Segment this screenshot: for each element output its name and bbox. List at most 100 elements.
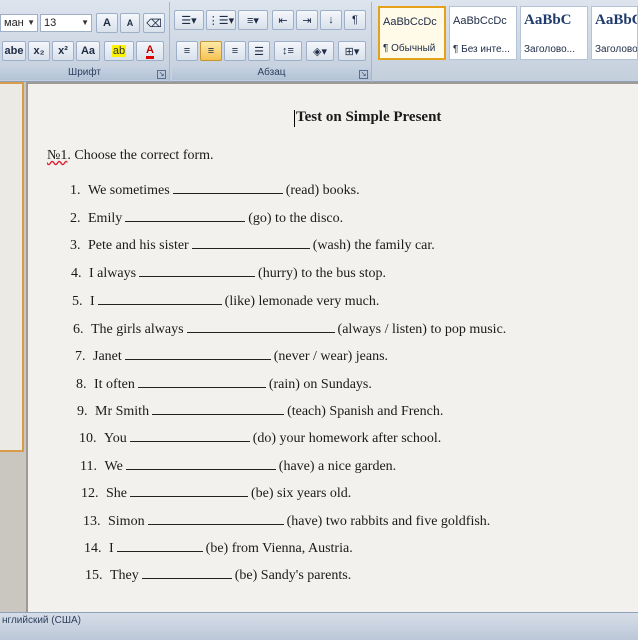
exercise-number: 11. bbox=[80, 459, 101, 474]
align-right-button[interactable]: ≡ bbox=[224, 41, 246, 61]
answer-blank[interactable] bbox=[125, 458, 276, 470]
task-text: . Choose the correct form. bbox=[67, 148, 214, 163]
change-case-button[interactable]: Aa bbox=[76, 41, 100, 61]
exercise-hint: (have) a nice garden. bbox=[278, 459, 397, 474]
exercise-item: 11. We (have) a nice garden. bbox=[80, 458, 396, 475]
exercise-item: 5. I (like) lemonade very much. bbox=[72, 293, 379, 310]
style-heading-1[interactable]: AaBbC Заголово... bbox=[520, 6, 588, 60]
font-group-title: Шрифт bbox=[68, 67, 101, 78]
exercise-number: 12. bbox=[81, 486, 102, 501]
highlight-button[interactable]: ab bbox=[104, 41, 134, 61]
exercise-prompt: I always bbox=[89, 266, 137, 281]
increase-indent-button[interactable]: ⇥ bbox=[296, 10, 318, 30]
answer-blank[interactable] bbox=[130, 485, 248, 497]
subscript-button[interactable]: x₂ bbox=[28, 41, 50, 61]
answer-blank[interactable] bbox=[191, 237, 310, 249]
exercise-hint: (teach) Spanish and French. bbox=[287, 404, 444, 419]
answer-blank[interactable] bbox=[97, 293, 222, 305]
grow-font-button[interactable]: A bbox=[96, 13, 118, 33]
styles-gallery: AaBbCcDc ¶ Обычный AaBbCcDc ¶ Без инте..… bbox=[376, 2, 638, 82]
justify-button[interactable]: ☰ bbox=[248, 41, 270, 61]
exercise-prompt: I bbox=[90, 294, 95, 309]
font-size-select[interactable]: 13 ▼ bbox=[40, 14, 92, 32]
answer-blank[interactable] bbox=[152, 403, 285, 415]
numbering-button[interactable]: ⋮☰▾ bbox=[206, 10, 236, 30]
answer-blank[interactable] bbox=[186, 321, 335, 333]
exercise-item: 15. They (be) Sandy's parents. bbox=[85, 567, 351, 584]
exercise-hint: (always / listen) to pop music. bbox=[337, 322, 507, 337]
answer-blank[interactable] bbox=[137, 376, 266, 388]
shading-button[interactable]: ◈▾ bbox=[306, 41, 334, 61]
borders-icon: ⊞▾ bbox=[344, 45, 360, 58]
exercise-number: 2. bbox=[70, 211, 84, 226]
exercise-prompt: They bbox=[110, 568, 139, 583]
answer-blank[interactable] bbox=[125, 210, 246, 222]
align-right-icon: ≡ bbox=[231, 45, 239, 57]
style-sample: AaBbC bbox=[595, 12, 638, 28]
exercise-number: 6. bbox=[73, 322, 87, 337]
exercise-hint: (do) your homework after school. bbox=[252, 431, 442, 446]
exercise-item: 12. She (be) six years old. bbox=[81, 485, 351, 502]
exercise-item: 6. The girls always (always / listen) to … bbox=[73, 321, 506, 338]
style-name: Заголово bbox=[595, 44, 638, 55]
clear-formatting-button[interactable]: ⌫ bbox=[143, 13, 165, 33]
language-indicator[interactable]: нглийский (США) bbox=[2, 615, 81, 626]
exercise-number: 5. bbox=[72, 294, 86, 309]
exercise-item: 9. Mr Smith (teach) Spanish and French. bbox=[77, 403, 443, 420]
exercise-hint: (be) six years old. bbox=[251, 486, 352, 501]
exercise-hint: (like) lemonade very much. bbox=[224, 294, 380, 309]
answer-blank[interactable] bbox=[147, 513, 284, 525]
navigation-pane bbox=[0, 82, 24, 452]
chevron-down-icon: ▼ bbox=[81, 18, 89, 27]
change-case-icon: Aa bbox=[80, 45, 96, 57]
align-center-button[interactable]: ≡ bbox=[200, 41, 222, 61]
answer-blank[interactable] bbox=[116, 540, 203, 552]
exercise-prompt: I bbox=[109, 541, 114, 556]
font-dialog-launcher-icon[interactable]: ↘ bbox=[157, 70, 166, 79]
font-color-icon: A bbox=[146, 44, 154, 59]
paint-bucket-icon: ◈▾ bbox=[313, 45, 327, 58]
status-bar: нглийский (США) bbox=[0, 612, 638, 640]
sort-icon: ↓ bbox=[328, 14, 334, 26]
shrink-font-button[interactable]: A bbox=[120, 13, 140, 33]
font-color-button[interactable]: A bbox=[136, 41, 164, 61]
exercise-item: 2. Emily (go) to the disco. bbox=[70, 210, 343, 227]
answer-blank[interactable] bbox=[172, 182, 283, 194]
multilevel-list-button[interactable]: ≡▾ bbox=[238, 10, 268, 30]
strikethrough-button[interactable]: abe bbox=[2, 41, 26, 61]
answer-blank[interactable] bbox=[139, 265, 256, 277]
exercise-prompt: Simon bbox=[108, 514, 145, 529]
bullets-button[interactable]: ☰▾ bbox=[174, 10, 204, 30]
style-normal[interactable]: AaBbCcDc ¶ Обычный bbox=[378, 6, 446, 60]
style-no-spacing[interactable]: AaBbCcDc ¶ Без инте... bbox=[449, 6, 517, 60]
exercise-number: 3. bbox=[70, 238, 84, 253]
exercise-number: 15. bbox=[85, 568, 106, 583]
answer-blank[interactable] bbox=[129, 430, 250, 442]
paragraph-dialog-launcher-icon[interactable]: ↘ bbox=[359, 70, 368, 79]
show-formatting-button[interactable]: ¶ bbox=[344, 10, 366, 30]
paragraph-group: ☰▾ ⋮☰▾ ≡▾ ⇤ ⇥ ↓ ¶ ≡ ≡ ≡ ☰ ↕≡ ◈▾ ⊞▾ Абзац… bbox=[172, 2, 372, 82]
font-group: ман ▼ 13 ▼ A A ⌫ abe x₂ x² Aa ab A Шрифт… bbox=[0, 2, 170, 82]
answer-blank[interactable] bbox=[124, 348, 271, 360]
exercise-hint: (be) from Vienna, Austria. bbox=[205, 541, 353, 556]
align-left-button[interactable]: ≡ bbox=[176, 41, 198, 61]
exercise-number: 1. bbox=[70, 183, 84, 198]
font-name-select[interactable]: ман ▼ bbox=[0, 14, 38, 32]
increase-indent-icon: ⇥ bbox=[302, 14, 312, 27]
grow-font-icon: A bbox=[103, 17, 111, 29]
superscript-button[interactable]: x² bbox=[52, 41, 74, 61]
line-spacing-button[interactable]: ↕≡ bbox=[274, 41, 302, 61]
document-title: Test on Simple Present bbox=[296, 109, 442, 125]
style-heading-2[interactable]: AaBbC Заголово bbox=[591, 6, 638, 60]
exercise-hint: (go) to the disco. bbox=[248, 211, 344, 226]
sort-button[interactable]: ↓ bbox=[320, 10, 342, 30]
chevron-down-icon: ▼ bbox=[27, 18, 35, 27]
exercise-prompt: Pete and his sister bbox=[88, 238, 189, 253]
style-sample: AaBbCcDc bbox=[383, 16, 437, 28]
answer-blank[interactable] bbox=[141, 567, 232, 579]
decrease-indent-button[interactable]: ⇤ bbox=[272, 10, 294, 30]
exercise-item: 4. I always (hurry) to the bus stop. bbox=[71, 265, 386, 282]
borders-button[interactable]: ⊞▾ bbox=[338, 41, 366, 61]
multilevel-list-icon: ≡▾ bbox=[247, 14, 259, 27]
exercise-prompt: We bbox=[104, 459, 123, 474]
